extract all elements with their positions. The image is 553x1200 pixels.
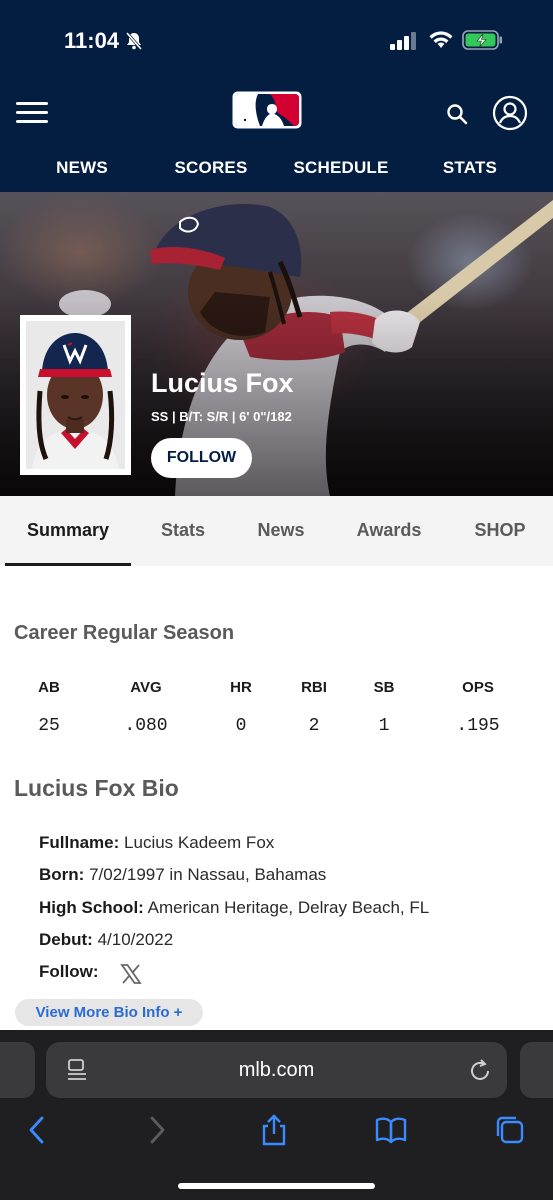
bio-value: 4/10/2022 xyxy=(97,930,174,949)
bookmarks-icon[interactable] xyxy=(375,1114,407,1146)
share-icon[interactable] xyxy=(258,1114,290,1146)
bio-label: Born: xyxy=(39,865,85,884)
bio-high-school: High School: American Heritage, Delray B… xyxy=(39,898,429,918)
tabs-icon[interactable] xyxy=(494,1114,526,1146)
stat-header-ops: OPS xyxy=(462,679,494,696)
bell-muted-icon xyxy=(125,32,143,50)
stat-header-sb: SB xyxy=(373,679,395,696)
active-tab-indicator xyxy=(5,563,131,566)
stat-header-rbi: RBI xyxy=(301,679,327,696)
hamburger-menu-icon[interactable] xyxy=(16,98,50,128)
stat-value-ops: .195 xyxy=(456,716,500,736)
battery-charging-icon xyxy=(462,30,502,50)
bio-fullname: Fullname: Lucius Kadeem Fox xyxy=(39,833,274,853)
player-hero: Lucius Fox SS | B/T: S/R | 6' 0"/182 FOL… xyxy=(0,192,553,496)
nav-news[interactable]: NEWS xyxy=(56,158,108,178)
headshot-photo xyxy=(26,321,125,469)
stat-value-hr: 0 xyxy=(235,716,247,736)
address-bar[interactable]: mlb.com xyxy=(46,1042,507,1098)
bio-label: Debut: xyxy=(39,930,93,949)
stat-value-ab: 25 xyxy=(38,716,60,736)
previous-tab-peek[interactable] xyxy=(0,1042,35,1098)
stat-value-sb: 1 xyxy=(378,716,390,736)
stat-value-rbi: 2 xyxy=(308,716,320,736)
nav-scores[interactable]: SCORES xyxy=(175,158,248,178)
wifi-icon xyxy=(429,31,453,48)
stat-header-avg: AVG xyxy=(130,679,162,696)
x-twitter-icon[interactable] xyxy=(120,963,142,985)
follow-button[interactable]: FOLLOW xyxy=(151,438,252,478)
nav-schedule[interactable]: SCHEDULE xyxy=(293,158,388,178)
address-url: mlb.com xyxy=(238,1059,315,1081)
status-time: 11:04 xyxy=(64,28,120,53)
tab-news[interactable]: News xyxy=(257,520,304,541)
bio-value: 7/02/1997 in Nassau, Bahamas xyxy=(89,865,327,884)
stat-value-avg: .080 xyxy=(124,716,168,736)
bio-section-title: Lucius Fox Bio xyxy=(14,775,179,801)
player-position-meta: SS | B/T: S/R | 6' 0"/182 xyxy=(151,409,292,424)
bio-label: Follow: xyxy=(39,962,99,981)
player-headshot xyxy=(20,315,131,475)
bio-label: Fullname: xyxy=(39,833,120,852)
stat-header-hr: HR xyxy=(230,679,252,696)
view-more-bio-button[interactable]: View More Bio Info + xyxy=(15,999,203,1026)
nav-stats[interactable]: STATS xyxy=(443,158,497,178)
bio-value: Lucius Kadeem Fox xyxy=(124,833,275,852)
back-icon[interactable] xyxy=(22,1114,54,1146)
status-bar: 11:04 xyxy=(0,0,553,80)
tab-stats[interactable]: Stats xyxy=(161,520,205,541)
bio-follow: Follow: xyxy=(39,962,98,982)
tab-summary[interactable]: Summary xyxy=(27,520,109,541)
mlb-logo-icon[interactable] xyxy=(232,91,302,129)
reload-icon[interactable] xyxy=(468,1057,492,1083)
player-tabs: Summary Stats News Awards SHOP xyxy=(0,496,553,566)
career-section-title: Career Regular Season xyxy=(14,622,235,644)
bio-debut: Debut: 4/10/2022 xyxy=(39,930,173,950)
player-name: Lucius Fox xyxy=(151,368,294,398)
forward-icon[interactable] xyxy=(140,1114,172,1146)
main-nav: NEWS SCORES SCHEDULE STATS xyxy=(0,150,553,188)
bio-label: High School: xyxy=(39,898,144,917)
cellular-signal-icon xyxy=(390,32,416,50)
user-account-icon[interactable] xyxy=(492,95,528,131)
bio-born: Born: 7/02/1997 in Nassau, Bahamas xyxy=(39,865,326,885)
app-header: 11:04 NEWS SCORES SCHEDULE STATS xyxy=(0,0,553,192)
next-tab-peek[interactable] xyxy=(520,1042,553,1098)
search-icon[interactable] xyxy=(444,101,470,127)
stat-header-ab: AB xyxy=(38,679,60,696)
home-indicator[interactable] xyxy=(178,1183,375,1189)
bio-value: American Heritage, Delray Beach, FL xyxy=(147,898,430,917)
tab-awards[interactable]: Awards xyxy=(357,520,422,541)
tab-shop[interactable]: SHOP xyxy=(474,520,525,541)
